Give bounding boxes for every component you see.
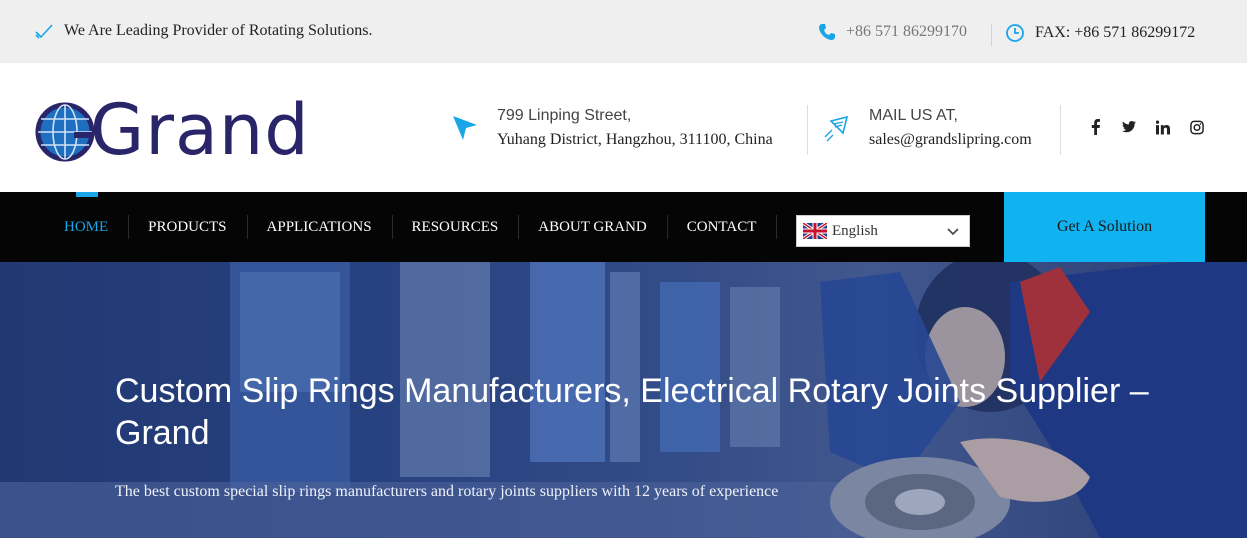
location-arrow-icon — [453, 116, 477, 140]
divider — [1060, 105, 1061, 155]
phone[interactable]: +86 571 86299170 — [818, 23, 967, 41]
nav-item-home[interactable]: HOME — [44, 192, 128, 262]
social-links — [1088, 119, 1224, 135]
logo[interactable]: Grand — [34, 90, 309, 170]
mail-address[interactable]: sales@grandslipring.com — [869, 127, 1032, 153]
divider — [991, 24, 992, 46]
phone-number: +86 571 86299170 — [846, 23, 968, 40]
fax: FAX: +86 571 86299172 — [1005, 23, 1195, 43]
nav-item-about-grand[interactable]: ABOUT GRAND — [518, 192, 666, 262]
nav-item-applications[interactable]: APPLICATIONS — [246, 192, 392, 262]
get-solution-button[interactable]: Get A Solution — [1004, 192, 1205, 262]
language-value: English — [832, 222, 878, 239]
envelope-rocket-icon — [824, 115, 849, 142]
fax-number: FAX: +86 571 86299172 — [1035, 24, 1196, 41]
phone-icon — [819, 24, 835, 40]
language-select[interactable]: English — [796, 215, 970, 247]
top-bar: We Are Leading Provider of Rotating Solu… — [0, 0, 1247, 63]
nav-item-contact[interactable]: CONTACT — [666, 192, 777, 262]
nav-menu: HOME PRODUCTS APPLICATIONS RESOURCES ABO… — [44, 192, 776, 262]
twitter-icon[interactable] — [1122, 119, 1136, 135]
instagram-icon[interactable] — [1190, 119, 1204, 135]
tagline: We Are Leading Provider of Rotating Solu… — [34, 21, 372, 41]
clock-icon — [1006, 24, 1024, 42]
divider — [807, 105, 808, 155]
uk-flag-icon — [803, 223, 827, 239]
mail-label: MAIL US AT, — [869, 107, 958, 124]
logo-text: Grand — [90, 89, 310, 171]
main-nav: HOME PRODUCTS APPLICATIONS RESOURCES ABO… — [0, 192, 1247, 262]
linkedin-icon[interactable] — [1156, 119, 1170, 135]
address-line-2: Yuhang District, Hangzhou, 311100, China — [497, 131, 773, 148]
tagline-text: We Are Leading Provider of Rotating Solu… — [64, 22, 373, 39]
nav-item-resources[interactable]: RESOURCES — [391, 192, 519, 262]
hero-title: Custom Slip Rings Manufacturers, Electri… — [115, 372, 1149, 452]
address-block: 799 Linping Street, Yuhang District, Han… — [452, 105, 773, 153]
chevron-down-icon — [947, 228, 959, 236]
header: Grand 799 Linping Street, Yuhang Distric… — [0, 63, 1247, 192]
mail-block[interactable]: MAIL US AT, sales@grandslipring.com — [823, 105, 1032, 153]
divider — [776, 215, 777, 239]
hero-banner: Custom Slip Rings Manufacturers, Electri… — [0, 262, 1247, 538]
facebook-icon[interactable] — [1088, 119, 1102, 135]
check-icon — [35, 24, 53, 39]
hero-subtitle: The best custom special slip rings manuf… — [115, 483, 779, 500]
address-line-1: 799 Linping Street, — [497, 107, 632, 124]
globe-icon — [35, 102, 95, 162]
nav-item-products[interactable]: PRODUCTS — [128, 192, 246, 262]
